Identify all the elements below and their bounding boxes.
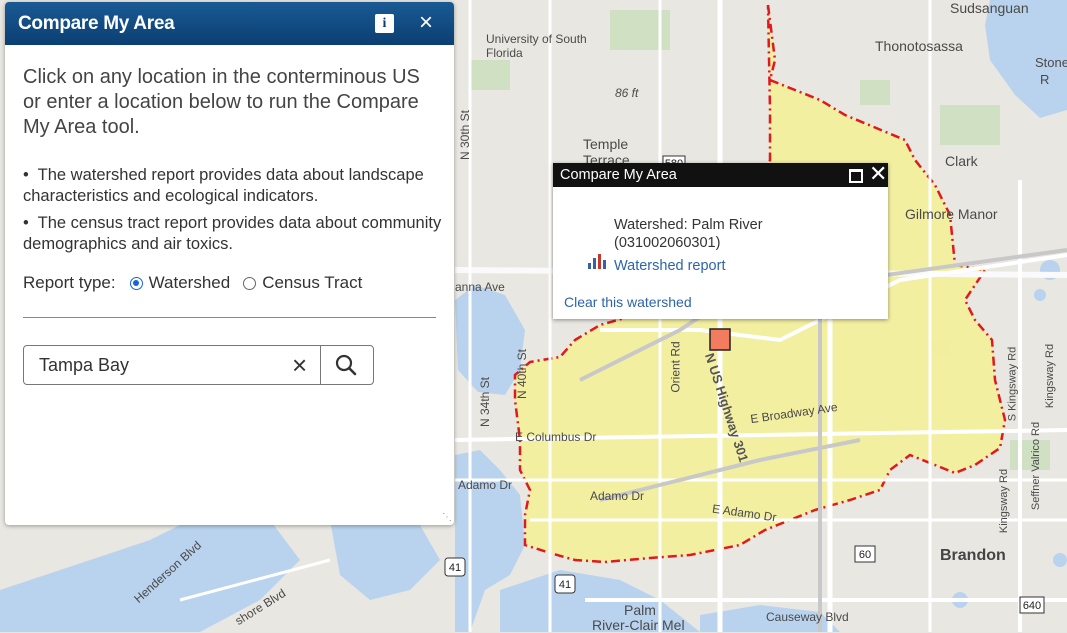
label-n40th: N 40th St — [515, 348, 530, 400]
clear-search-icon[interactable]: × — [292, 352, 307, 378]
search-icon — [335, 354, 357, 376]
label-anna-ave: anna Ave — [455, 280, 505, 294]
label-gilmore-manor: Gilmore Manor — [905, 206, 998, 222]
divider — [23, 317, 436, 318]
report-type-row: Report type: Watershed Census Tract — [23, 273, 362, 293]
report-type-label: Report type: — [23, 273, 116, 292]
label-clark: Clark — [945, 153, 978, 169]
label-orient-rd: Orient Rd — [668, 341, 683, 393]
label-columbus: E Columbus Dr — [515, 430, 597, 444]
label-palm-river-clair-mel: River-Clair Mel — [592, 617, 685, 633]
label-stone: Stone — [1035, 55, 1067, 70]
label-kingsway-rd: Kingsway Rd — [1044, 343, 1057, 409]
label-r: R — [1040, 72, 1050, 87]
popup-title: Compare My Area — [560, 167, 677, 183]
info-icon[interactable]: i — [375, 14, 394, 33]
shield-41b: 41 — [559, 579, 571, 591]
close-icon[interactable]: × — [419, 10, 433, 36]
clear-watershed-link[interactable]: Clear this watershed — [564, 294, 692, 310]
label-causeway: Causeway Blvd — [766, 610, 849, 624]
location-search: × — [23, 345, 374, 385]
census-tract-radio[interactable] — [243, 276, 257, 290]
label-kingsway: Kingsway Rd — [998, 468, 1011, 534]
label-usf: University of South Florida — [486, 32, 587, 60]
label-thonotosassa: Thonotosassa — [875, 38, 963, 54]
watershed-popup: Compare My Area ✕ Watershed: Palm River … — [553, 162, 888, 319]
bar-chart-icon — [588, 254, 606, 269]
shield-41: 41 — [449, 562, 461, 574]
label-n34th: N 34th St — [478, 376, 493, 428]
bullet-watershed: • The watershed report provides data abo… — [23, 166, 424, 205]
search-button[interactable] — [329, 352, 365, 378]
bullet-census: • The census tract report provides data … — [23, 214, 442, 253]
compare-my-area-panel: Compare My Area i × Click on any locatio… — [5, 2, 454, 525]
watershed-name: Watershed: Palm River (031002060301) — [614, 217, 763, 251]
label-brandon: Brandon — [940, 547, 1006, 564]
watershed-report-link[interactable]: Watershed report — [614, 258, 725, 274]
maximize-icon[interactable] — [849, 169, 863, 183]
resize-handle-icon[interactable]: ⋱ — [442, 512, 452, 523]
label-adamo-c: Adamo Dr — [590, 489, 645, 503]
census-tract-radio-label[interactable]: Census Tract — [262, 273, 362, 293]
label-seffner-valrico: Seffner Valrico Rd — [1030, 421, 1043, 511]
shield-640: 640 — [1023, 600, 1041, 612]
popup-header: Compare My Area ✕ — [553, 162, 888, 187]
shield-60: 60 — [859, 549, 871, 561]
popup-close-icon[interactable]: ✕ — [869, 162, 887, 186]
search-separator — [320, 346, 321, 384]
watershed-radio-label[interactable]: Watershed — [149, 273, 231, 293]
selected-location-marker[interactable] — [709, 328, 731, 351]
search-input[interactable] — [39, 354, 279, 376]
label-adamo-w: Adamo Dr — [458, 478, 513, 492]
panel-title: Compare My Area — [18, 12, 175, 34]
label-n30th: N 30th St — [458, 109, 473, 161]
label-sudsanguan: Sudsanguan — [950, 0, 1029, 16]
label-palm: Palm — [624, 602, 656, 618]
label-s-kingsway: S Kingsway Rd — [1006, 346, 1019, 422]
watershed-radio[interactable] — [129, 276, 143, 290]
panel-header[interactable]: Compare My Area i × — [5, 2, 454, 45]
label-elevation: 86 ft — [615, 86, 639, 100]
intro-text: Click on any location in the conterminou… — [23, 66, 420, 138]
